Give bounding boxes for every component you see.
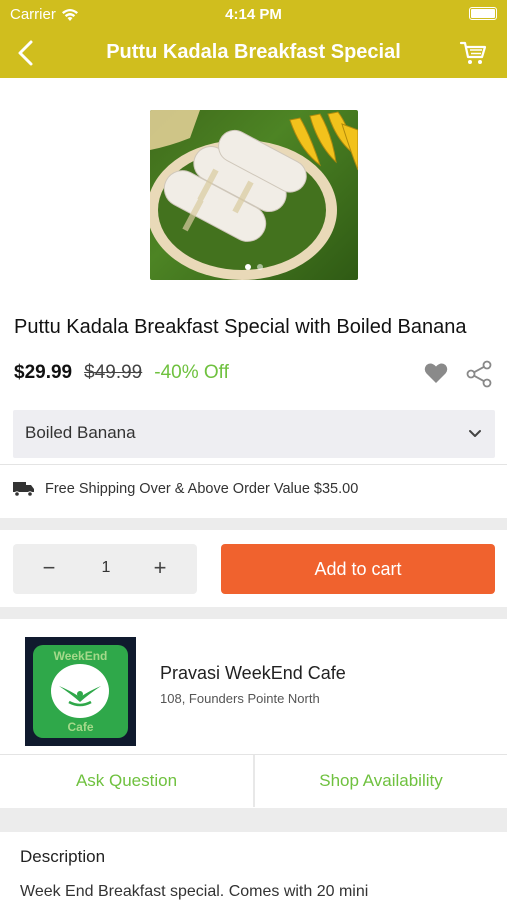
share-icon[interactable] <box>465 360 493 388</box>
chevron-left-icon[interactable] <box>12 38 42 68</box>
product-photo <box>150 110 358 280</box>
quantity-value: 1 <box>101 559 111 576</box>
truck-icon <box>13 482 34 497</box>
increase-quantity-button[interactable]: + <box>147 555 173 581</box>
status-bar: Carrier 4:14 PM <box>0 0 507 28</box>
section-separator <box>0 808 507 832</box>
description-text: Week End Breakfast special. Comes with 2… <box>20 883 369 900</box>
price: $29.99 <box>14 362 73 383</box>
heart-icon[interactable] <box>424 362 448 384</box>
discount-label: -40% Off <box>154 362 229 383</box>
quantity-stepper: − 1 + <box>13 544 197 594</box>
carousel-dots <box>150 264 358 270</box>
ask-question-button[interactable]: Ask Question <box>0 755 253 807</box>
product-name: Puttu Kadala Breakfast Special with Boil… <box>14 316 467 338</box>
logo-circle <box>51 664 109 718</box>
cart-icon[interactable] <box>459 39 487 67</box>
add-to-cart-button[interactable]: Add to cart <box>221 544 495 594</box>
variant-dropdown[interactable]: Boiled Banana <box>13 410 495 458</box>
section-separator <box>0 518 507 530</box>
nav-bar: Puttu Kadala Breakfast Special <box>0 28 507 78</box>
shop-logo-badge: WeekEnd Cafe <box>33 645 128 738</box>
old-price: $49.99 <box>84 362 143 383</box>
section-separator <box>0 607 507 619</box>
page-title: Puttu Kadala Breakfast Special <box>106 41 401 63</box>
logo-text-bottom: Cafe <box>67 720 94 734</box>
decrease-quantity-button[interactable]: − <box>36 555 62 581</box>
chevron-down-icon <box>469 430 481 437</box>
carousel-dot[interactable] <box>257 264 263 270</box>
shop-logo[interactable]: WeekEnd Cafe <box>25 637 136 746</box>
variant-selected-value: Boiled Banana <box>25 423 136 442</box>
shop-address: 108, Founders Pointe North <box>160 691 320 706</box>
carousel-dot-active[interactable] <box>245 264 251 270</box>
price-row: $29.99 $49.99 -40% Off <box>14 362 229 384</box>
product-image-carousel[interactable] <box>150 110 358 280</box>
status-time: 4:14 PM <box>225 6 282 23</box>
battery-icon <box>469 7 497 20</box>
shipping-text: Free Shipping Over & Above Order Value $… <box>45 481 359 497</box>
shop-availability-button[interactable]: Shop Availability <box>255 755 507 807</box>
shop-name[interactable]: Pravasi WeekEnd Cafe <box>160 663 346 684</box>
description-title: Description <box>20 847 106 866</box>
divider <box>0 464 507 465</box>
shipping-info: Free Shipping Over & Above Order Value $… <box>13 481 358 497</box>
bird-icon <box>59 686 101 707</box>
logo-text-top: WeekEnd <box>53 649 108 663</box>
